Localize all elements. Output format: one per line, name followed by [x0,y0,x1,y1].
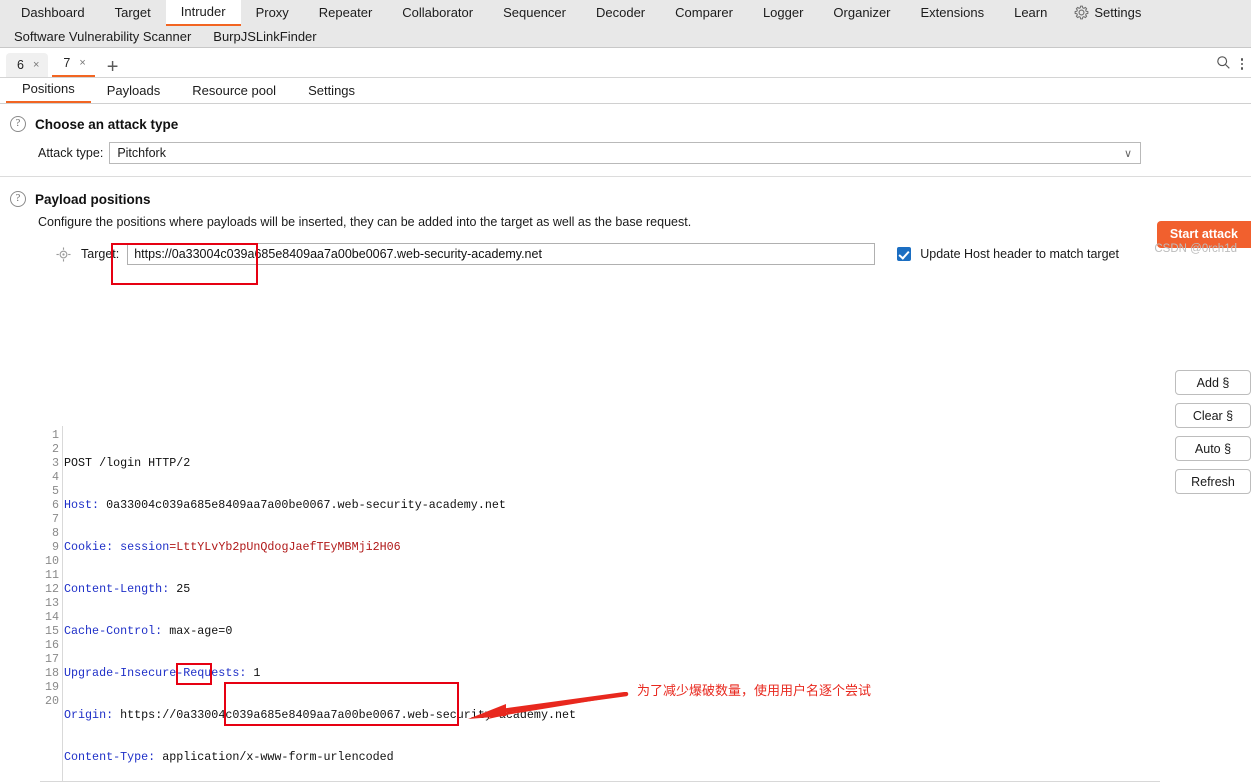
request-editor[interactable]: 1 2 3 4 5 6 7 8 9 10 11 12 13 14 15 16 1… [40,426,1160,782]
intruder-subtabs: Positions Payloads Resource pool Setting… [0,78,1251,104]
line-number: 5 [51,484,59,498]
update-host-header-label: Update Host header to match target [920,247,1119,261]
attack-tab-6-label: 6 [17,58,24,72]
close-icon[interactable]: × [30,59,39,71]
nav-tab-sequencer[interactable]: Sequencer [488,1,581,25]
annotation-text: 为了减少爆破数量，使用用户名逐个尝试 [637,683,872,698]
line-number: 9 [51,540,59,554]
attack-type-value: Pitchfork [117,146,166,160]
kebab-menu-icon[interactable] [1240,58,1243,70]
request-line: POST /login HTTP/2 [64,456,191,470]
attack-tab-7-label: 7 [63,56,71,70]
question-mark-icon[interactable]: ? [10,116,26,132]
request-line: Content-Type: application/x-www-form-url… [64,750,394,764]
line-number: 7 [51,512,59,526]
target-label: Target: [81,247,120,261]
line-number: 20 [44,694,59,708]
line-number: 4 [51,470,59,484]
attack-type-row: Attack type: Pitchfork ∨ [0,132,1251,164]
tabstrip-actions [1216,55,1243,73]
add-payload-marker-button[interactable]: Add § [1175,370,1251,395]
checkbox-icon[interactable] [897,247,912,261]
crosshair-icon [56,246,71,262]
settings-label: Settings [1094,5,1142,20]
request-text[interactable]: POST /login HTTP/2 Host: 0a33004c039a685… [64,426,1160,781]
attack-tab-strip: 6 × 7 × + [0,48,1251,78]
request-line: Cache-Control: max-age=0 [64,624,233,638]
tab-settings[interactable]: Settings [292,80,371,103]
clear-payload-markers-button[interactable]: Clear § [1175,403,1251,428]
line-number: 6 [51,498,59,512]
request-line: Content-Length: 25 [64,582,191,596]
secondary-nav-row: Software Vulnerability Scanner BurpJSLin… [0,25,1251,48]
line-number: 3 [51,456,59,470]
line-number: 1 [51,428,59,442]
nav-tab-software-vulnerability-scanner[interactable]: Software Vulnerability Scanner [6,26,205,48]
update-host-header-checkbox-row[interactable]: Update Host header to match target [897,247,1119,261]
page-title: Choose an attack type [35,116,179,132]
attack-tab-6[interactable]: 6 × [6,53,49,77]
nav-tab-decoder[interactable]: Decoder [581,1,660,25]
attack-tab-7[interactable]: 7 × [52,51,95,77]
position-action-buttons: Add § Clear § Auto § Refresh [1175,370,1251,494]
nav-tab-target[interactable]: Target [100,1,166,25]
watermark: CSDN @0rch1d [1154,243,1237,255]
request-line: Upgrade-Insecure-Requests: 1 [64,666,261,680]
line-number: 14 [44,610,59,624]
tab-positions[interactable]: Positions [6,78,91,103]
nav-tab-organizer[interactable]: Organizer [818,1,905,25]
line-number: 12 [44,582,59,596]
nav-tab-comparer[interactable]: Comparer [660,1,748,25]
line-number: 10 [44,554,59,568]
line-number: 11 [44,568,59,582]
line-number: 19 [44,680,59,694]
line-number: 2 [51,442,59,456]
nav-tab-logger[interactable]: Logger [748,1,818,25]
tab-resource-pool[interactable]: Resource pool [176,80,292,103]
payload-positions-description: Configure the positions where payloads w… [38,215,692,229]
attack-type-select[interactable]: Pitchfork ∨ [109,142,1141,164]
payload-positions-section-header: ? Payload positions [0,177,1251,207]
search-icon[interactable] [1216,55,1231,73]
attack-type-label: Attack type: [38,146,104,160]
gear-icon [1074,5,1089,20]
nav-tab-repeater[interactable]: Repeater [304,1,387,25]
primary-nav-row: Dashboard Target Intruder Proxy Repeater… [0,0,1251,26]
line-number-gutter: 1 2 3 4 5 6 7 8 9 10 11 12 13 14 15 16 1… [40,426,63,781]
line-number: 8 [51,526,59,540]
attack-type-section-header: ? Choose an attack type [0,104,1251,132]
nav-tab-collaborator[interactable]: Collaborator [387,1,488,25]
line-number: 15 [44,624,59,638]
target-row: Target: Update Host header to match targ… [0,229,1251,265]
refresh-button[interactable]: Refresh [1175,469,1251,494]
line-number: 17 [44,652,59,666]
close-icon[interactable]: × [76,57,85,69]
request-line: Cookie: session=LttYLvYb2pUnQdogJaefTEyM… [64,540,401,554]
main-navigation-bar: Dashboard Target Intruder Proxy Repeater… [0,0,1251,48]
settings-button[interactable]: Settings [1062,5,1141,20]
request-line: Host: 0a33004c039a685e8409aa7a00be0067.w… [64,498,506,512]
auto-payload-markers-button[interactable]: Auto § [1175,436,1251,461]
nav-tab-dashboard[interactable]: Dashboard [6,1,100,25]
line-number: 13 [44,596,59,610]
target-input[interactable] [127,243,876,265]
line-number: 18 [44,666,59,680]
new-tab-button[interactable]: + [99,57,127,77]
nav-tab-extensions[interactable]: Extensions [906,1,1000,25]
payload-positions-title: Payload positions [35,191,151,207]
chevron-down-icon: ∨ [1123,147,1132,160]
nav-tab-learn[interactable]: Learn [999,1,1062,25]
tab-payloads[interactable]: Payloads [91,80,176,103]
line-number: 16 [44,638,59,652]
nav-tab-proxy[interactable]: Proxy [241,1,304,25]
left-arrow-icon [466,691,631,727]
nav-tab-burpjslinkfinder[interactable]: BurpJSLinkFinder [205,26,330,48]
positions-panel: ? Choose an attack type Attack type: Pit… [0,104,1251,782]
nav-tab-intruder[interactable]: Intruder [165,0,241,26]
question-mark-icon[interactable]: ? [10,191,26,207]
